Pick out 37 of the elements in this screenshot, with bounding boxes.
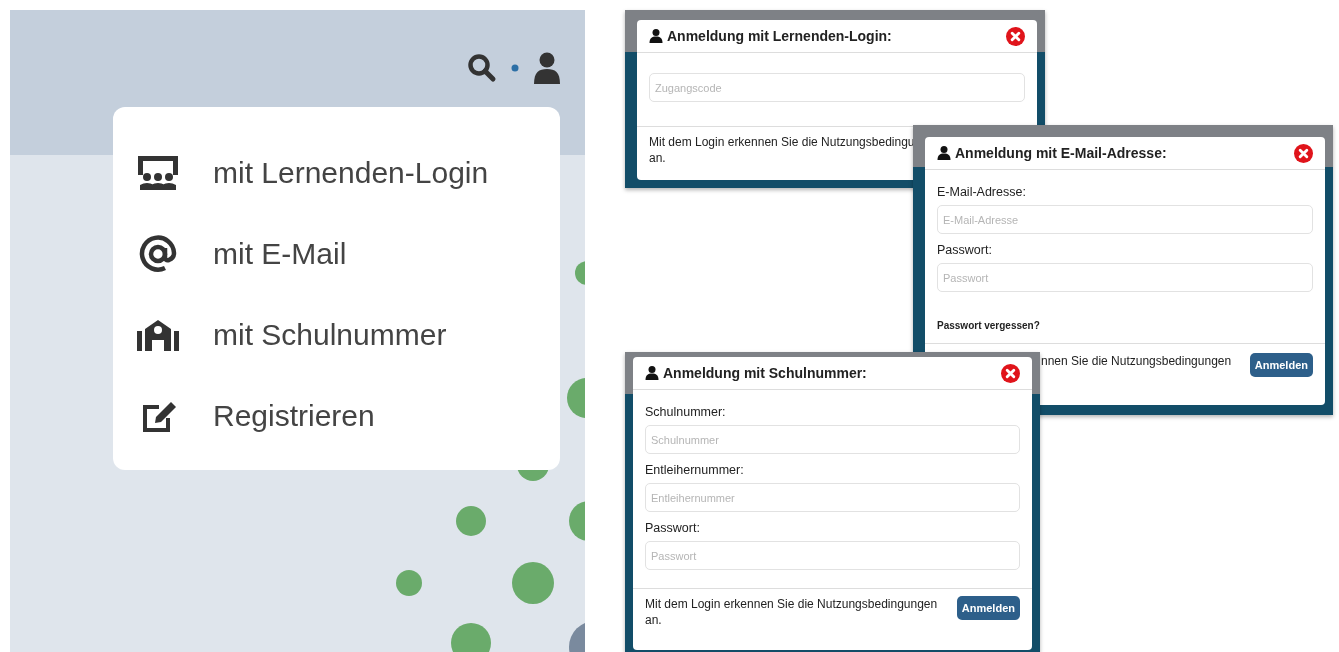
menu-item[interactable]: mit Schulnummer	[135, 313, 560, 357]
field-label: Schulnummer:	[645, 404, 727, 420]
menu-item[interactable]: mit E-Mail	[135, 232, 560, 276]
user-icon[interactable]	[533, 52, 561, 84]
field-label: Passwort:	[645, 520, 701, 536]
dot-icon	[511, 64, 519, 72]
terms-notice: Mit dem Login erkennen Sie die Nutzungsbedingu an.	[649, 134, 915, 166]
decor-dot	[512, 562, 554, 604]
forgot-password-link[interactable]: Passwort vergessen?	[937, 320, 1040, 331]
search-icon[interactable]	[467, 53, 497, 83]
menu-item[interactable]: Registrieren	[135, 394, 560, 438]
decor-dot	[396, 570, 422, 596]
dialog-title: Anmeldung mit E-Mail-Adresse:	[955, 145, 1167, 161]
input-field[interactable]: Schulnummer	[645, 425, 1020, 454]
field-label: Entleihernummer:	[645, 462, 745, 478]
terms-notice: nnen Sie die Nutzungsbedingungen	[1041, 353, 1232, 369]
user-icon	[645, 366, 659, 380]
input-field[interactable]: E-Mail-Adresse	[937, 205, 1313, 234]
dialog-title: Anmeldung mit Lernenden-Login:	[667, 28, 892, 44]
field-label: Passwort:	[937, 242, 993, 258]
login-button[interactable]: Anmelden	[956, 596, 1020, 620]
login-button[interactable]: Anmelden	[1249, 353, 1313, 377]
terms-notice: Mit dem Login erkennen Sie die Nutzungsbedingungen an.	[645, 596, 938, 628]
user-icon	[937, 146, 951, 160]
close-icon[interactable]	[1294, 143, 1313, 163]
input-field[interactable]: Passwort	[645, 541, 1020, 570]
close-icon[interactable]	[1006, 26, 1025, 46]
classroom-icon	[135, 153, 181, 193]
field-label: E-Mail-Adresse:	[937, 184, 1027, 200]
user-icon	[649, 29, 663, 43]
input-field[interactable]: Passwort	[937, 263, 1313, 292]
decor-dot	[456, 506, 486, 536]
close-icon[interactable]	[1001, 363, 1020, 383]
menu-item[interactable]: mit Lernenden-Login	[135, 151, 560, 195]
input-field[interactable]: Entleihernummer	[645, 483, 1020, 512]
dialog-title: Anmeldung mit Schulnummer:	[663, 365, 867, 381]
input-field[interactable]: Zugangscode	[649, 73, 1025, 102]
